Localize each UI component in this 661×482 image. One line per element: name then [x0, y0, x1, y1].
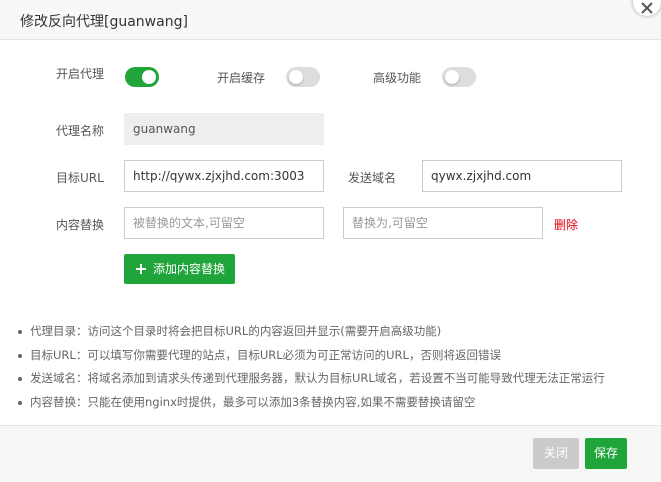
- list-item: 目标URL：可以填写你需要代理的站点，目标URL必须为可正常访问的URL，否则将…: [18, 344, 605, 368]
- close-button[interactable]: 关闭: [533, 438, 579, 469]
- help-notes: 代理目录：访问这个目录时将会把目标URL的内容返回并显示(需要开启高级功能) 目…: [18, 320, 605, 414]
- enable-proxy-label: 开启代理: [56, 67, 105, 81]
- target-url-input[interactable]: http://qywx.zjxjhd.com:3003: [124, 160, 324, 192]
- list-item: 内容替换：只能在使用nginx时提供，最多可以添加3条替换内容,如果不需要替换请…: [18, 391, 605, 415]
- delete-replace-link[interactable]: 删除: [554, 216, 578, 233]
- list-item: 发送域名：将域名添加到请求头传递到代理服务器，默认为目标URL域名，若设置不当可…: [18, 367, 605, 391]
- enable-cache-label: 开启缓存: [217, 71, 266, 85]
- toggle-knob: [142, 70, 156, 84]
- plus-icon: [136, 264, 146, 274]
- toggle-knob: [289, 70, 303, 84]
- save-button[interactable]: 保存: [585, 438, 627, 469]
- list-item: 代理目录：访问这个目录时将会把目标URL的内容返回并显示(需要开启高级功能): [18, 320, 605, 344]
- advanced-toggle[interactable]: [442, 67, 476, 87]
- enable-cache-toggle[interactable]: [286, 67, 320, 87]
- proxy-name-label: 代理名称: [56, 124, 105, 138]
- add-button-label: 添加内容替换: [153, 262, 226, 276]
- enable-proxy-toggle[interactable]: [125, 67, 159, 87]
- toggle-knob: [445, 70, 459, 84]
- dialog-title: 修改反向代理[guanwang]: [20, 14, 188, 30]
- advanced-label: 高级功能: [373, 71, 422, 85]
- proxy-name-field[interactable]: guanwang: [124, 113, 324, 145]
- replace-target-input[interactable]: 替换为,可留空: [343, 207, 543, 239]
- dialog-footer: 关闭 保存: [0, 425, 661, 482]
- target-url-label: 目标URL: [56, 171, 104, 185]
- add-content-replace-button[interactable]: 添加内容替换: [124, 254, 235, 284]
- dialog-titlebar: 修改反向代理[guanwang]: [0, 0, 661, 40]
- content-replace-label: 内容替换: [56, 218, 105, 232]
- send-domain-input[interactable]: qywx.zjxjhd.com: [422, 160, 622, 192]
- close-icon: [641, 2, 653, 14]
- replace-source-input[interactable]: 被替换的文本,可留空: [124, 207, 324, 239]
- send-domain-label: 发送域名: [348, 171, 397, 185]
